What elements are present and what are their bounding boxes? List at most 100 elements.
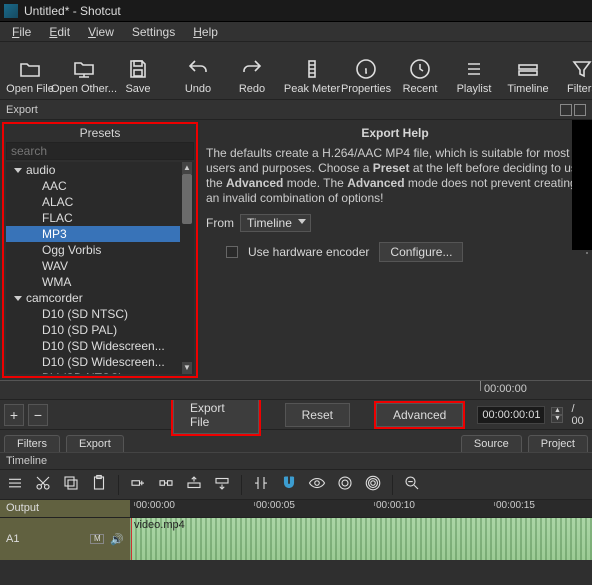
list-icon (462, 57, 486, 81)
properties-label: Properties (341, 83, 391, 95)
preset-category[interactable]: camcorder (6, 290, 180, 306)
preview-timecode[interactable]: 00:00:00:01 (477, 406, 545, 424)
scroll-thumb[interactable] (182, 174, 192, 224)
playlist-label: Playlist (457, 83, 492, 95)
timeline-clip[interactable]: video.mp4 (130, 518, 592, 560)
menu-settings[interactable]: Settings (124, 23, 183, 41)
preset-item[interactable]: Ogg Vorbis (6, 242, 180, 258)
track-header[interactable]: A1 M 🔊 (0, 518, 130, 560)
reset-button[interactable]: Reset (285, 403, 350, 427)
info-icon (354, 57, 378, 81)
preset-item[interactable]: AAC (6, 178, 180, 194)
configure-button[interactable]: Configure... (379, 242, 463, 262)
lift-button[interactable] (185, 474, 203, 495)
timeline-label: Timeline (507, 83, 548, 95)
preset-item[interactable]: DV (SD NTSC) (6, 370, 180, 374)
ripple-all-button[interactable] (364, 474, 382, 495)
panel-tabs: Filters Export Source Project (0, 430, 592, 452)
preset-item[interactable]: D10 (SD PAL) (6, 322, 180, 338)
menu-view[interactable]: View (80, 23, 122, 41)
tab-project[interactable]: Project (528, 435, 588, 452)
remove-preset-button[interactable]: − (28, 404, 48, 426)
redo-button[interactable]: Redo (228, 45, 276, 97)
preview-fraction: / 00 (571, 403, 588, 427)
mute-button[interactable]: M (90, 534, 104, 544)
folder-open-icon (18, 57, 42, 81)
export-help-panel: Export Help The defaults create a H.264/… (198, 120, 592, 380)
preset-tree[interactable]: audioAACALACFLACMP3Ogg VorbisWAVWMAcamco… (6, 162, 194, 374)
undo-icon (186, 57, 210, 81)
advanced-button[interactable]: Advanced (376, 403, 463, 427)
titlebar: Untitled* - Shotcut (0, 0, 592, 22)
preset-search-input[interactable] (6, 142, 194, 160)
peak-meter-icon (300, 57, 324, 81)
presets-title: Presets (4, 124, 196, 142)
scrub-button[interactable] (308, 474, 326, 495)
folder-network-icon (72, 57, 96, 81)
preset-item[interactable]: D10 (SD Widescreen... (6, 354, 180, 370)
from-combo[interactable]: Timeline (240, 214, 311, 232)
properties-button[interactable]: Properties (342, 45, 390, 97)
output-track-header[interactable]: Output (0, 500, 130, 517)
ruler-mark: 00:00:00 (136, 500, 175, 511)
hw-encoder-checkbox[interactable] (226, 246, 238, 258)
add-preset-button[interactable]: + (4, 404, 24, 426)
timeline-toolbar (0, 470, 592, 500)
open-file-label: Open File (6, 83, 54, 95)
menu-edit[interactable]: Edit (41, 23, 78, 41)
copy-button[interactable] (62, 474, 80, 495)
tab-filters[interactable]: Filters (4, 435, 60, 452)
split-button[interactable] (252, 474, 270, 495)
playlist-button[interactable]: Playlist (450, 45, 498, 97)
timecode-stepper[interactable]: ▲▼ (551, 407, 563, 423)
open-other-button[interactable]: Open Other... (60, 45, 108, 97)
ruler-mark: 00:00:15 (496, 500, 535, 511)
playhead[interactable] (131, 518, 132, 560)
preset-item[interactable]: D10 (SD Widescreen... (6, 338, 180, 354)
preset-item[interactable]: WAV (6, 258, 180, 274)
ripple-delete-button[interactable] (157, 474, 175, 495)
undo-button[interactable]: Undo (174, 45, 222, 97)
timeline-ruler[interactable]: Output 00:00:0000:00:0500:00:1000:00:15 (0, 500, 592, 518)
scroll-up-arrow[interactable]: ▲ (182, 162, 192, 174)
dock-controls[interactable] (560, 104, 586, 116)
filters-button[interactable]: Filters (558, 45, 592, 97)
preset-category[interactable]: audio (6, 162, 180, 178)
snap-button[interactable] (280, 474, 298, 495)
timeline-button[interactable]: Timeline (504, 45, 552, 97)
cut-button[interactable] (34, 474, 52, 495)
from-label: From (206, 216, 234, 230)
zoom-out-button[interactable] (403, 474, 421, 495)
preview-monitor (572, 120, 592, 250)
recent-button[interactable]: Recent (396, 45, 444, 97)
paste-button[interactable] (90, 474, 108, 495)
preset-item[interactable]: MP3 (6, 226, 180, 242)
save-button[interactable]: Save (114, 45, 162, 97)
menu-help[interactable]: Help (185, 23, 226, 41)
menu-file[interactable]: File (4, 23, 39, 41)
export-panel-header: Export (0, 100, 592, 120)
from-value: Timeline (247, 216, 292, 230)
peak-meter-button[interactable]: Peak Meter (288, 45, 336, 97)
tab-export[interactable]: Export (66, 435, 124, 452)
scroll-down-arrow[interactable]: ▼ (182, 362, 192, 374)
append-button[interactable] (129, 474, 147, 495)
ripple-button[interactable] (336, 474, 354, 495)
export-file-button[interactable]: Export File (173, 396, 259, 434)
export-panel-body: Presets audioAACALACFLACMP3Ogg VorbisWAV… (0, 120, 592, 380)
preset-item[interactable]: D10 (SD NTSC) (6, 306, 180, 322)
timeline-menu-button[interactable] (6, 474, 24, 495)
tab-source[interactable]: Source (461, 435, 522, 452)
open-file-button[interactable]: Open File (6, 45, 54, 97)
preset-item[interactable]: ALAC (6, 194, 180, 210)
overwrite-button[interactable] (213, 474, 231, 495)
speaker-icon[interactable]: 🔊 (110, 533, 124, 546)
preset-item[interactable]: FLAC (6, 210, 180, 226)
presets-panel: Presets audioAACALACFLACMP3Ogg VorbisWAV… (2, 122, 198, 378)
preset-item[interactable]: WMA (6, 274, 180, 290)
save-label: Save (125, 83, 150, 95)
peak-meter-label: Peak Meter (284, 83, 340, 95)
clock-icon (408, 57, 432, 81)
preset-scrollbar[interactable]: ▲ ▼ (180, 162, 194, 374)
window-title: Untitled* - Shotcut (24, 4, 121, 18)
